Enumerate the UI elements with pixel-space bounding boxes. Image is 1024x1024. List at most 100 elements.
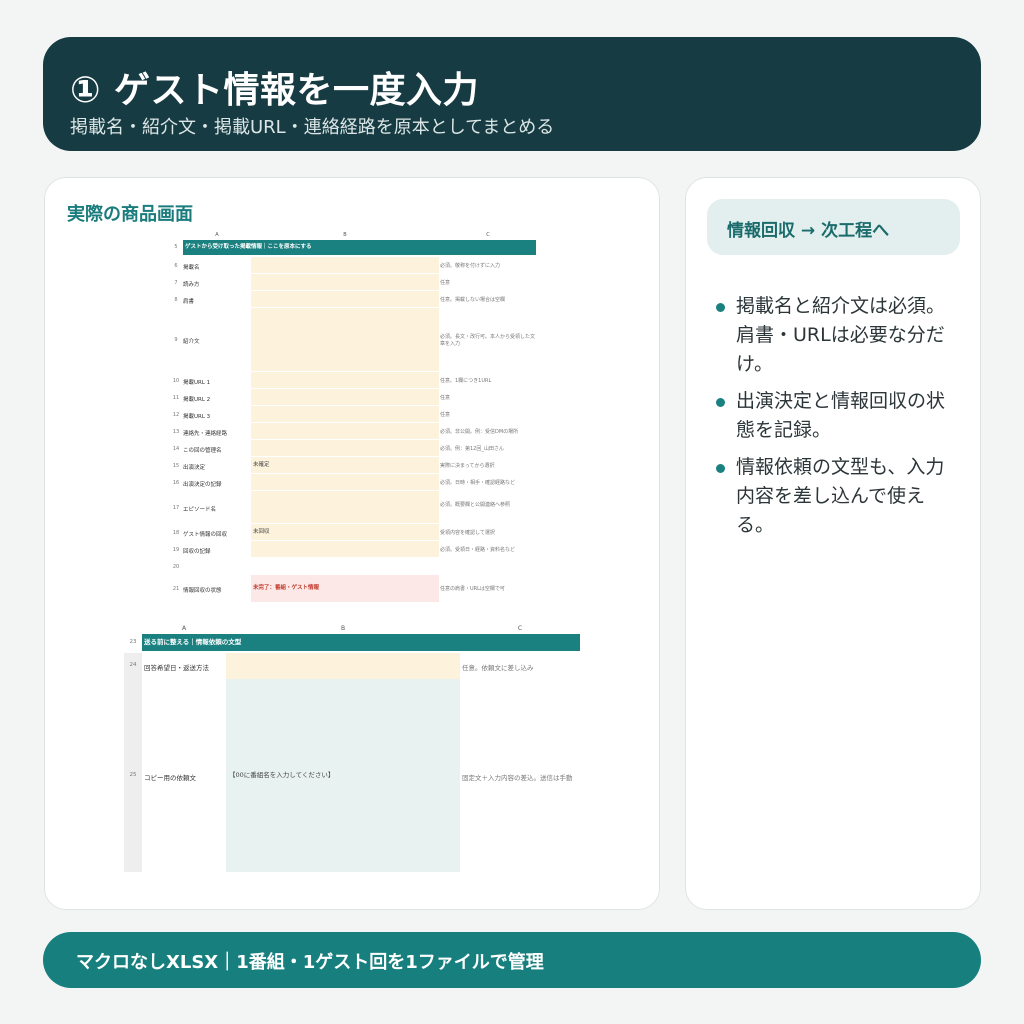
row-number: 14 bbox=[172, 445, 180, 452]
field-note: 必須。長文・改行可。本人から受領した文章を入力 bbox=[440, 334, 536, 347]
table-row: 10 掲載URL 1 任意。1欄につき1URL bbox=[169, 372, 536, 389]
field-note: 任意。掲載しない場合は空欄 bbox=[440, 296, 506, 303]
field-note: 任意 bbox=[440, 279, 451, 286]
bullet-item: 掲載名と紹介文は必須。肩書・URLは必要な分だけ。 bbox=[714, 292, 954, 379]
banner-row: 23 送る前に整える｜情報依頼の文型 bbox=[124, 634, 580, 651]
next-step-pill: 情報回収 → 次工程へ bbox=[707, 199, 960, 255]
feature-bullets: 掲載名と紹介文は必須。肩書・URLは必要な分だけ。 出演決定と情報回収の状態を記… bbox=[714, 292, 954, 548]
input-cell[interactable] bbox=[251, 406, 439, 422]
row-number: 15 bbox=[172, 462, 180, 469]
column-header: C bbox=[486, 232, 490, 238]
field-note: 任意 bbox=[440, 411, 451, 418]
row-number: 9 bbox=[174, 337, 178, 343]
field-note: 任意の肩書・URLは空欄で可 bbox=[440, 586, 505, 592]
footer-banner: マクロなしXLSX｜1番組・1ゲスト回を1ファイルで管理 bbox=[43, 932, 981, 988]
footer-label: マクロなしXLSX｜1番組・1ゲスト回を1ファイルで管理 bbox=[76, 952, 544, 973]
input-cell[interactable] bbox=[251, 291, 439, 307]
input-cell[interactable] bbox=[251, 440, 439, 456]
field-note: 必須。例：第12回_山田さん bbox=[440, 445, 504, 452]
field-label: この回の管理名 bbox=[183, 447, 222, 454]
page-subtitle: 掲載名・紹介文・掲載URL・連絡経路を原本としてまとめる bbox=[70, 117, 555, 138]
field-label: エピソード名 bbox=[183, 506, 217, 513]
field-label: 読み方 bbox=[183, 281, 200, 288]
field-label: 出演決定 bbox=[183, 464, 206, 471]
row-number: 23 bbox=[129, 639, 137, 645]
summary-card: 情報回収 → 次工程へ 掲載名と紹介文は必須。肩書・URLは必要な分だけ。 出演… bbox=[685, 177, 981, 910]
product-screen-title: 実際の商品画面 bbox=[67, 204, 193, 225]
table-row: 12 掲載URL 3 任意 bbox=[169, 406, 536, 423]
section-banner: ゲストから受け取った掲載情報｜ここを原本にする bbox=[183, 240, 536, 255]
row-number: 24 bbox=[129, 662, 137, 668]
input-cell[interactable] bbox=[251, 389, 439, 405]
table-row: 13 連絡先・連絡経路 必須。非公開。例：受信DMの場所 bbox=[169, 423, 536, 440]
field-note: 必須。日時・相手・確認経路など bbox=[440, 479, 516, 486]
input-cell[interactable] bbox=[226, 653, 460, 679]
table-row: 15 出演決定 未確定 実際に決まってから選択 bbox=[169, 457, 536, 474]
field-note: 必須。敬称を付けずに入力 bbox=[440, 262, 501, 269]
field-label: 回答希望日・返送方法 bbox=[144, 664, 209, 672]
table-row: 17 エピソード名 必須。概要欄と公開連絡へ参照 bbox=[169, 491, 536, 524]
input-cell[interactable] bbox=[251, 474, 439, 490]
field-note: 受領内容を確認して選択 bbox=[440, 529, 495, 536]
field-label: 出演決定の記録 bbox=[183, 481, 222, 488]
input-cell[interactable]: 【00に番組名を入力してください】 bbox=[226, 679, 460, 872]
row-number: 8 bbox=[174, 296, 178, 303]
row-number: 21 bbox=[172, 586, 180, 592]
table-row: 8 肩書 任意。掲載しない場合は空欄 bbox=[169, 291, 536, 308]
field-note: 実際に決まってから選択 bbox=[440, 462, 495, 469]
input-cell[interactable] bbox=[251, 423, 439, 439]
next-step-label: 情報回収 → 次工程へ bbox=[727, 221, 890, 241]
row-number: 5 bbox=[174, 244, 178, 250]
field-label: 掲載URL 2 bbox=[183, 396, 211, 403]
field-note: 必須。非公開。例：受信DMの場所 bbox=[440, 428, 519, 435]
input-cell[interactable]: 未完了：番組・ゲスト情報 bbox=[251, 575, 439, 602]
field-note: 固定文＋入力内容の差込。送信は手動 bbox=[462, 773, 573, 782]
product-screen-card: 実際の商品画面 A B C 5 ゲストから受け取った掲載情報｜ここを原本にする 6 掲載名必… bbox=[44, 177, 660, 910]
field-label: 掲載名 bbox=[183, 264, 200, 271]
section-banner: 送る前に整える｜情報依頼の文型 bbox=[142, 634, 580, 651]
input-cell[interactable]: 未確定 bbox=[251, 457, 439, 473]
row-number: 20 bbox=[172, 563, 180, 570]
table-row: 21 情報回収の状態 未完了：番組・ゲスト情報 任意の肩書・URLは空欄で可 bbox=[169, 575, 536, 603]
field-label: 掲載URL 3 bbox=[183, 413, 211, 420]
bullet-dot-icon bbox=[716, 398, 725, 407]
table-row: 6 掲載名 必須。敬称を付けずに入力 bbox=[169, 257, 536, 274]
input-cell[interactable] bbox=[251, 308, 439, 371]
row-number: 25 bbox=[129, 771, 137, 778]
row-number: 16 bbox=[172, 479, 180, 486]
row-number: 13 bbox=[172, 428, 180, 435]
bullet-item: 情報依頼の文型も、入力内容を差し込んで使える。 bbox=[714, 453, 954, 540]
row-number: 10 bbox=[172, 377, 180, 384]
column-header: B bbox=[343, 232, 347, 238]
field-label: 肩書 bbox=[183, 298, 195, 305]
table-row: 9 紹介文 必須。長文・改行可。本人から受領した文章を入力 bbox=[169, 308, 536, 372]
table-row: 16 出演決定の記録 必須。日時・相手・確認経路など bbox=[169, 474, 536, 491]
input-cell[interactable] bbox=[251, 541, 439, 557]
table-row: 7 読み方 任意 bbox=[169, 274, 536, 291]
field-label: コピー用の依頼文 bbox=[144, 773, 196, 782]
table-row: 24 回答希望日・返送方法 任意。依頼文に差し込み bbox=[124, 653, 580, 679]
row-number: 7 bbox=[174, 279, 178, 286]
header-banner: ① ゲスト情報を一度入力 掲載名・紹介文・掲載URL・連絡経路を原本としてまとめ… bbox=[43, 37, 981, 151]
table-row: 11 掲載URL 2 任意 bbox=[169, 389, 536, 406]
input-cell[interactable]: 未回収 bbox=[251, 524, 439, 540]
field-label: 情報回収の状態 bbox=[183, 588, 222, 594]
field-note: 任意。依頼文に差し込み bbox=[462, 664, 534, 672]
field-note: 任意。1欄につき1URL bbox=[440, 377, 492, 384]
field-note: 必須。受領日・経路・資料名など bbox=[440, 546, 516, 553]
input-cell[interactable] bbox=[251, 274, 439, 290]
bullet-dot-icon bbox=[716, 303, 725, 312]
field-label: 掲載URL 1 bbox=[183, 379, 211, 386]
table-row: 14 この回の管理名 必須。例：第12回_山田さん bbox=[169, 440, 536, 457]
field-note: 必須。概要欄と公開連絡へ参照 bbox=[440, 501, 511, 508]
table-row: 25 コピー用の依頼文 【00に番組名を入力してください】 固定文＋入力内容の差込。送… bbox=[124, 679, 580, 872]
input-cell[interactable] bbox=[251, 558, 439, 574]
row-number: 11 bbox=[172, 394, 180, 401]
row-number: 19 bbox=[172, 546, 180, 553]
input-cell[interactable] bbox=[251, 491, 439, 523]
banner-row: 5 ゲストから受け取った掲載情報｜ここを原本にする bbox=[169, 240, 536, 255]
spreadsheet-request-template: A B C 23 送る前に整える｜情報依頼の文型 24 回答希望日・返送方法 任意。依頼文に差… bbox=[124, 624, 580, 872]
input-cell[interactable] bbox=[251, 372, 439, 388]
row-number: 17 bbox=[172, 504, 180, 511]
input-cell[interactable] bbox=[251, 257, 439, 273]
